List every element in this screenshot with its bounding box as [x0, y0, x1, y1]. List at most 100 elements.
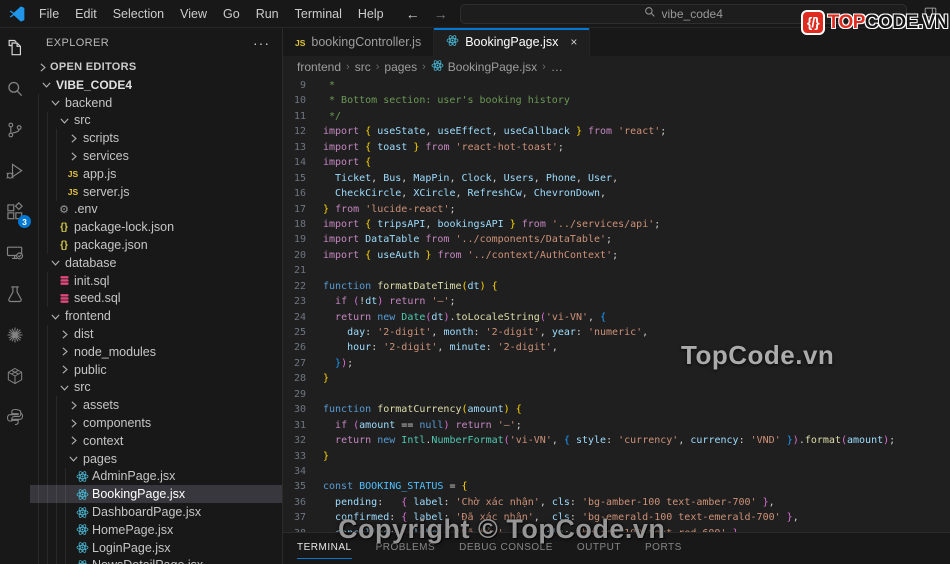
tree-item-homepage.jsx[interactable]: HomePage.jsx — [30, 520, 282, 539]
db-file-icon — [56, 275, 72, 286]
tree-item-src[interactable]: src — [30, 378, 282, 397]
code-line: 24 return new Date(dt).toLocaleString('v… — [283, 310, 950, 325]
container-tools-icon[interactable] — [2, 363, 28, 389]
tree-item-node_modules[interactable]: node_modules — [30, 342, 282, 361]
tree-item-backend[interactable]: backend — [30, 93, 282, 112]
code-lines: 9 * 10 * Bottom section: user's booking h… — [283, 78, 950, 532]
line-number: 38 — [283, 526, 323, 532]
chevron-down-icon — [56, 381, 72, 394]
tab-bookingpage.jsx[interactable]: BookingPage.jsx × — [434, 28, 591, 56]
tree-item-seed.sql[interactable]: seed.sql — [30, 289, 282, 308]
tree-item-scripts[interactable]: scripts — [30, 129, 282, 148]
tab-label: BookingPage.jsx — [465, 35, 559, 49]
tree-item-public[interactable]: public — [30, 360, 282, 379]
chevron-right-icon — [65, 150, 81, 163]
code-line: 11 */ — [283, 109, 950, 124]
tree-item-init.sql[interactable]: init.sql — [30, 271, 282, 290]
react-file-icon — [74, 523, 90, 536]
tree-item-label: node_modules — [74, 344, 157, 359]
remote-explorer-icon[interactable] — [2, 240, 28, 266]
tree-item-pages[interactable]: pages — [30, 449, 282, 468]
tree-item-assets[interactable]: assets — [30, 396, 282, 415]
breadcrumb[interactable]: frontend › src › pages › BookingPage.jsx ›… — [283, 56, 950, 78]
tree-item-label: app.js — [83, 166, 117, 181]
line-number: 37 — [293, 512, 306, 524]
code-line: 25 day: '2-digit', month: '2-digit', yea… — [283, 325, 950, 340]
menu-go[interactable]: Go — [215, 0, 248, 28]
chevron-down-icon — [38, 78, 54, 91]
code-line: 19 import DataTable from '../components/D… — [283, 232, 950, 247]
breadcrumb-item[interactable]: BookingPage.jsx — [431, 59, 537, 75]
line-number: 20 — [293, 249, 306, 261]
tree-item-newsdetailpage.jsx[interactable]: NewsDetailPage.jsx — [30, 556, 282, 564]
tab-bookingcontroller.js[interactable]: JS bookingController.js — [283, 28, 435, 56]
menu-view[interactable]: View — [172, 0, 215, 28]
line-number: 27 — [293, 357, 306, 369]
tree-item-loginpage.jsx[interactable]: LoginPage.jsx — [30, 538, 282, 557]
chevron-down-icon — [47, 96, 63, 109]
tree-item-adminpage.jsx[interactable]: AdminPage.jsx — [30, 467, 282, 486]
breadcrumb-item[interactable]: frontend — [297, 60, 341, 74]
activity-bar: 3 — [0, 28, 31, 564]
topcode-logo: {/} TOPCODE.VN — [800, 10, 949, 35]
menu-file[interactable]: File — [31, 0, 67, 28]
menu-run[interactable]: Run — [248, 0, 287, 28]
sidebar-title: EXPLORER — [46, 37, 110, 49]
editor-group: JS bookingController.js BookingPage.jsx × f… — [283, 28, 950, 564]
tree-item-dist[interactable]: dist — [30, 325, 282, 343]
tree-item-package-lock.json[interactable]: {} package-lock.json — [30, 218, 282, 237]
copyright-watermark: Copyright © TopCode.vn — [338, 514, 666, 544]
code-line: 35 const BOOKING_STATUS = { — [283, 479, 950, 494]
line-number: 35 — [293, 481, 306, 493]
tree-item-components[interactable]: components — [30, 414, 282, 432]
menu-edit[interactable]: Edit — [67, 0, 105, 28]
tree-item-app.js[interactable]: JS app.js — [30, 164, 282, 183]
close-icon[interactable]: × — [570, 35, 577, 49]
ai-assistant-icon[interactable] — [2, 322, 28, 348]
menu-terminal[interactable]: Terminal — [287, 0, 350, 28]
forward-arrow-icon[interactable]: → — [434, 6, 448, 22]
run-debug-icon[interactable] — [2, 158, 28, 184]
tree-item-src[interactable]: src — [30, 111, 282, 130]
menu-help[interactable]: Help — [350, 0, 392, 28]
code-line: 32 return new Intl.NumberFormat('vi-VN',… — [283, 433, 950, 448]
tree-item-package.json[interactable]: {} package.json — [30, 236, 282, 254]
code-line: 29 — [283, 387, 950, 402]
line-number: 33 — [293, 450, 306, 462]
more-actions-icon[interactable]: ··· — [253, 35, 270, 51]
title-bar: File Edit Selection View Go Run Terminal Help ←… — [0, 0, 950, 35]
extensions-icon[interactable]: 3 — [2, 199, 31, 228]
source-control-icon[interactable] — [2, 117, 28, 143]
tree-item-dashboardpage.jsx[interactable]: DashboardPage.jsx — [30, 503, 282, 521]
tree-item-label: backend — [65, 95, 113, 110]
back-arrow-icon[interactable]: ← — [406, 6, 420, 22]
breadcrumb-item[interactable]: … — [551, 60, 563, 74]
line-number: 19 — [293, 234, 306, 246]
line-number: 25 — [293, 327, 306, 338]
search-value: vibe_code4 — [661, 6, 723, 21]
tree-item-database[interactable]: database — [30, 253, 282, 272]
tree-item-label: HomePage.jsx — [92, 522, 174, 537]
search-icon[interactable] — [2, 76, 28, 102]
code-line: 14 import { — [283, 155, 950, 170]
react-file-icon — [74, 488, 90, 501]
tree-item-context[interactable]: context — [30, 431, 282, 450]
menu-selection[interactable]: Selection — [105, 0, 172, 28]
react-file-icon — [74, 470, 90, 483]
tree-item-label: src — [74, 113, 91, 128]
explorer-icon[interactable] — [2, 35, 28, 61]
line-number: 26 — [293, 342, 306, 354]
tree-item-frontend[interactable]: frontend — [30, 307, 282, 326]
tree-item-services[interactable]: services — [30, 147, 282, 165]
tree-item-label: scripts — [83, 131, 120, 146]
tree-item-vibe_code4[interactable]: VIBE_CODE4 — [30, 76, 282, 94]
code-area[interactable]: 9 * 10 * Bottom section: user's booking h… — [283, 78, 950, 532]
python-icon[interactable] — [2, 404, 28, 430]
breadcrumb-item[interactable]: src — [355, 60, 371, 74]
breadcrumb-item[interactable]: pages — [384, 60, 417, 74]
testing-icon[interactable] — [2, 281, 28, 307]
open-editors-section[interactable]: OPEN EDITORS — [30, 58, 282, 76]
tree-item-bookingpage.jsx[interactable]: BookingPage.jsx — [30, 485, 282, 504]
tree-item-.env[interactable]: ⚙ .env — [30, 200, 282, 219]
tree-item-server.js[interactable]: JS server.js — [30, 182, 282, 201]
